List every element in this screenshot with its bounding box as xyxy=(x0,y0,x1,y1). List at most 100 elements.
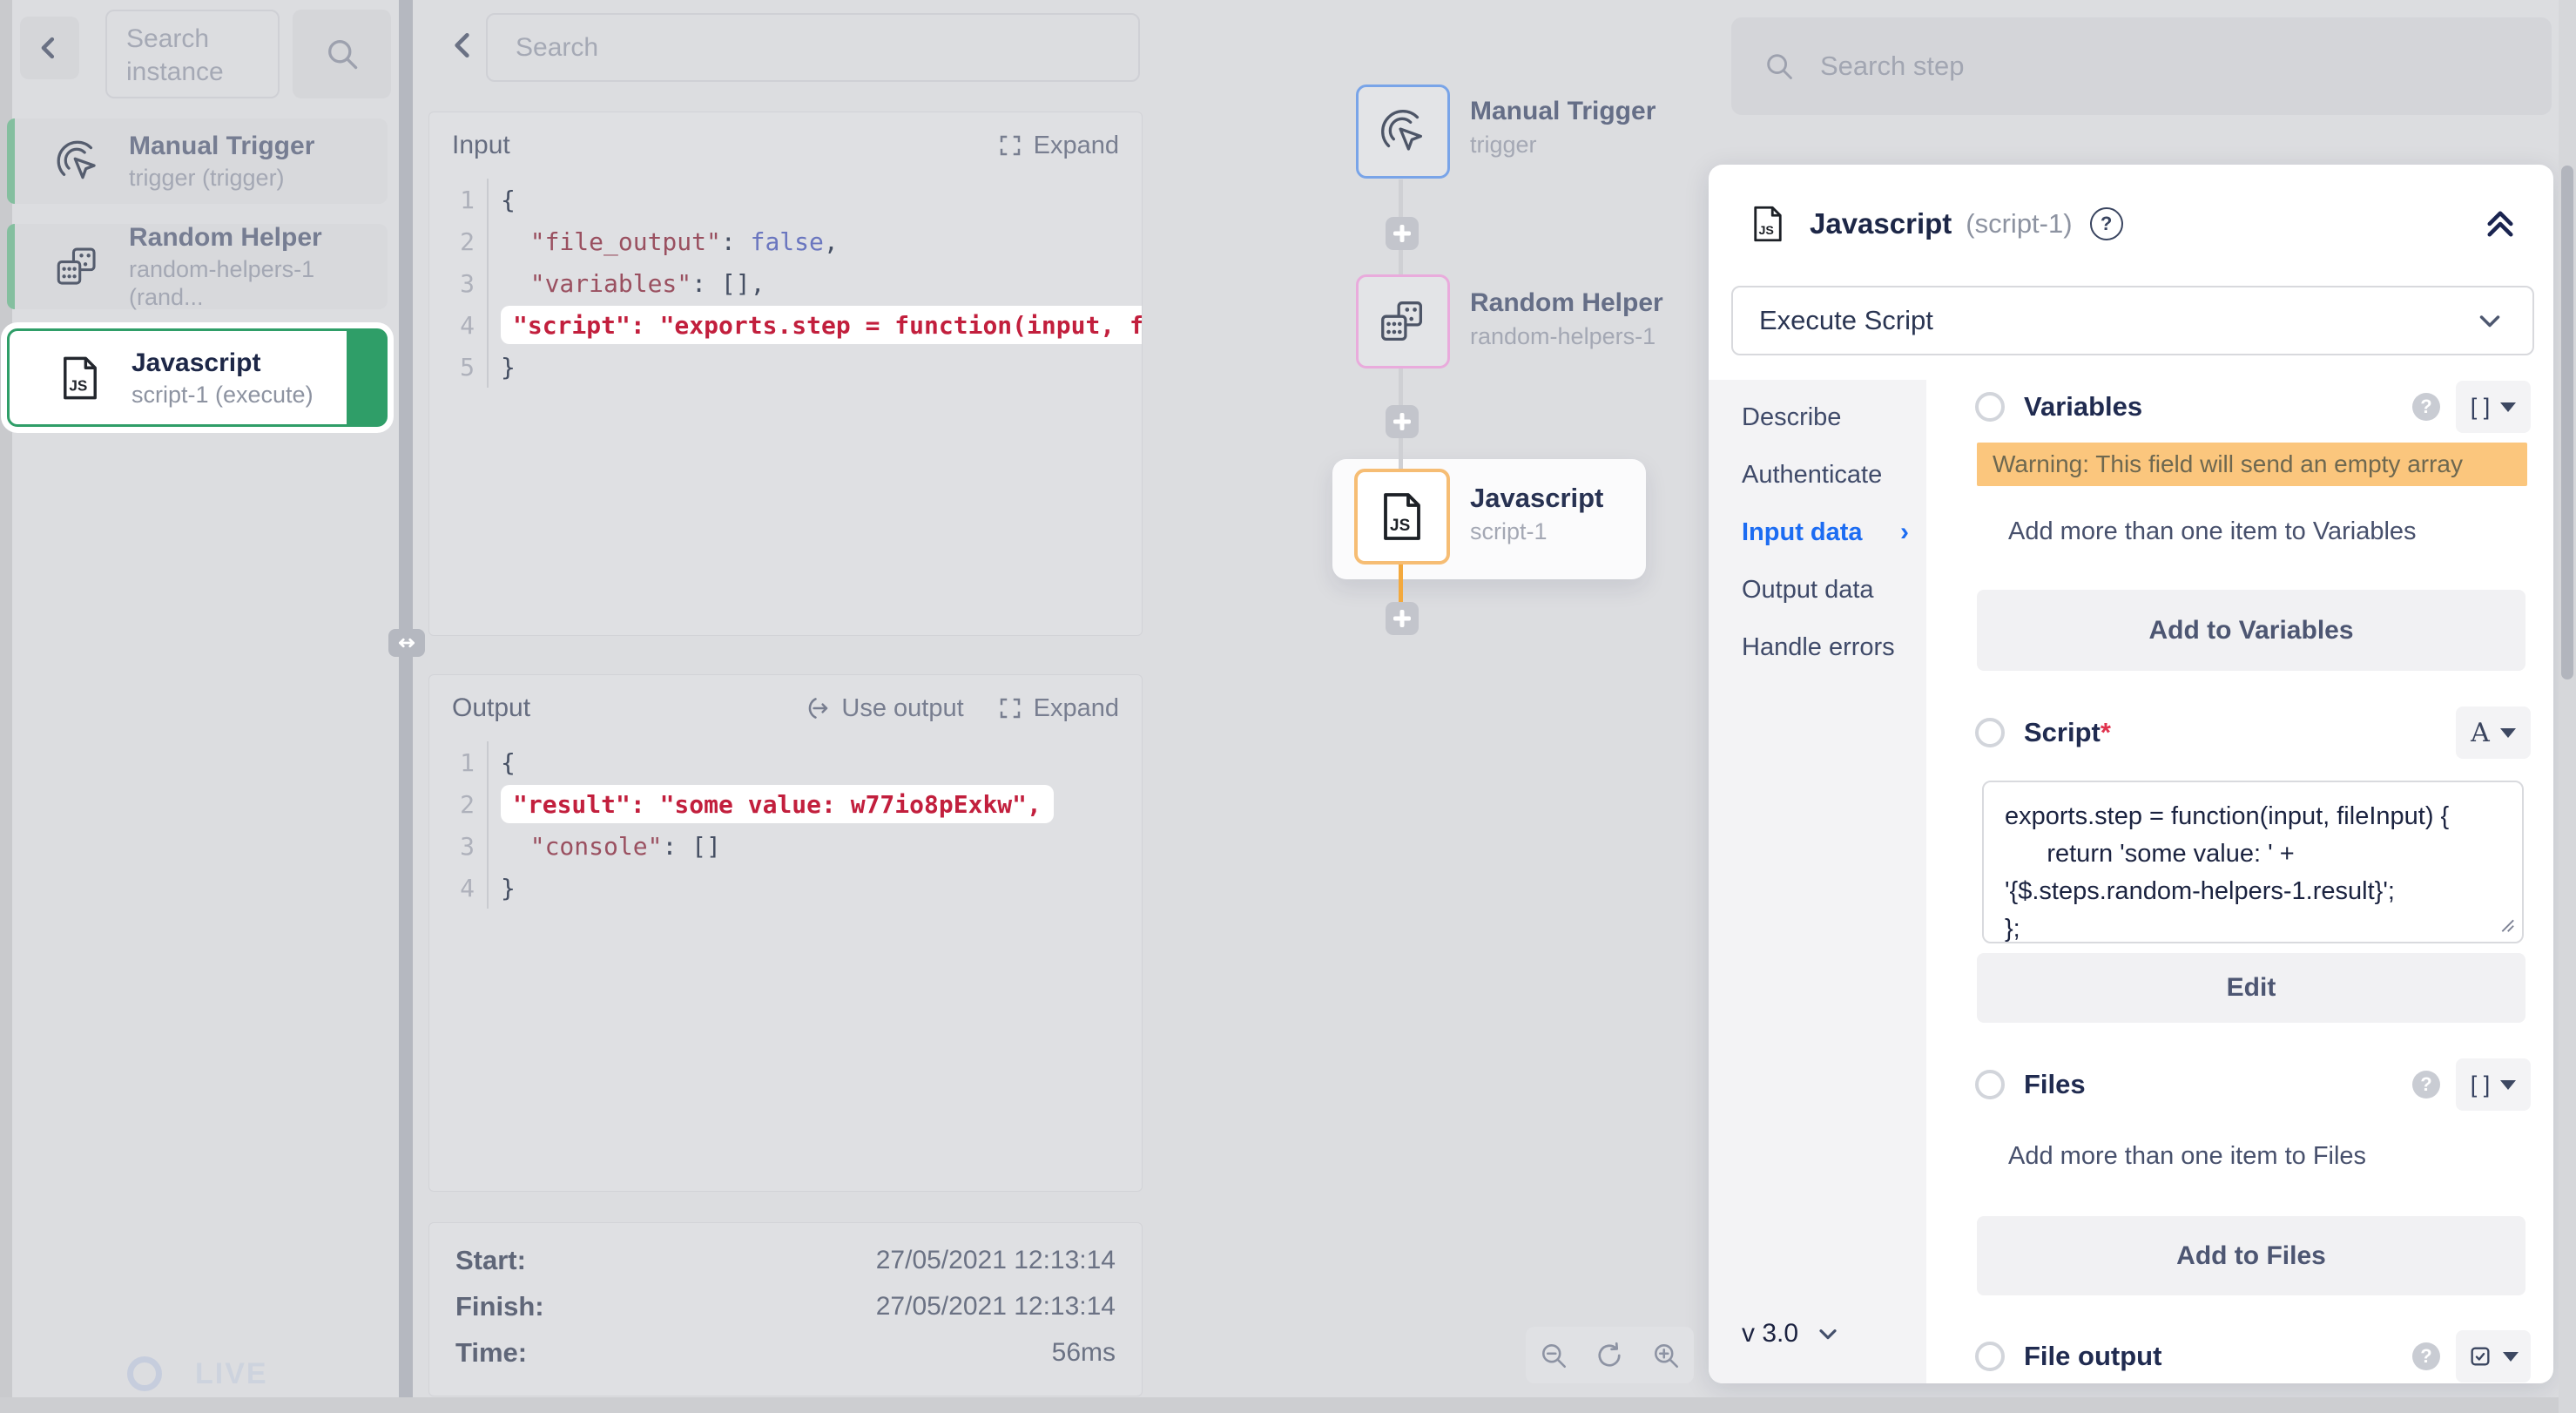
expand-icon xyxy=(997,695,1023,721)
workflow-builder-app: Search instance Manual Trigger trigger (… xyxy=(0,0,2576,1413)
svg-text:JS: JS xyxy=(1759,224,1774,238)
variables-field-row: Variables ? [ ] xyxy=(1975,380,2531,434)
node-subtitle: script-1 xyxy=(1470,520,1548,544)
output-title: Output xyxy=(452,693,530,723)
input-expand-button[interactable]: Expand xyxy=(997,132,1119,160)
script-edit-button[interactable]: Edit xyxy=(1977,953,2525,1023)
right-scrollbar-track[interactable] xyxy=(2559,0,2576,1413)
files-field-row: Files ? [ ] xyxy=(1975,1058,2531,1112)
zoom-out-button[interactable] xyxy=(1538,1340,1569,1371)
step-search-input[interactable] xyxy=(1818,50,2431,83)
input-card: Input Expand 1{2 "file_output": false,3 … xyxy=(428,112,1143,636)
code-line: 2 "file_output": false, xyxy=(429,220,1142,262)
sidebar-back-button[interactable] xyxy=(20,17,79,79)
files-label: Files xyxy=(2024,1069,2086,1100)
use-output-icon xyxy=(805,695,831,721)
version-selector[interactable]: v 3.0 xyxy=(1742,1319,1842,1349)
time-value: 56ms xyxy=(1052,1338,1116,1368)
collapse-panel-button[interactable] xyxy=(2482,206,2519,242)
sidebar-divider[interactable] xyxy=(399,0,413,1413)
canvas-node-javascript-selected[interactable]: JS xyxy=(1354,469,1450,565)
tab-label: Input data xyxy=(1742,504,1863,561)
success-accent-bar xyxy=(7,118,15,204)
svg-text:JS: JS xyxy=(69,376,87,394)
script-type-button[interactable]: A xyxy=(2456,706,2531,759)
zoom-in-button[interactable] xyxy=(1650,1340,1682,1371)
step-title: Random Helper xyxy=(129,222,388,254)
chevron-right-icon: › xyxy=(1900,504,1909,561)
code-line: 4"script": "exports.step = function(inpu… xyxy=(429,304,1142,346)
panel-field-column: Variables ? [ ] Warning: This field will… xyxy=(1926,380,2553,1383)
canvas-node-random-helper[interactable] xyxy=(1356,274,1450,368)
tab-input-data[interactable]: Input data › xyxy=(1709,504,1926,561)
canvas-node-manual-trigger[interactable] xyxy=(1356,85,1450,179)
radio-icon[interactable] xyxy=(1975,1342,2005,1371)
tab-output-data[interactable]: Output data xyxy=(1709,561,1926,619)
run-info-card: Start: 27/05/2021 12:13:14 Finish: 27/05… xyxy=(428,1222,1143,1396)
file-output-field-row: File output ? xyxy=(1975,1329,2531,1383)
step-title: Javascript xyxy=(131,348,314,379)
sidebar-step-manual-trigger[interactable]: Manual Trigger trigger (trigger) xyxy=(7,118,388,204)
finish-value: 27/05/2021 12:13:14 xyxy=(876,1292,1116,1322)
line-number: 1 xyxy=(429,748,487,777)
line-number: 4 xyxy=(429,874,487,903)
use-output-label: Use output xyxy=(841,694,963,723)
chevron-down-icon xyxy=(2473,304,2506,337)
search-instance-input[interactable]: Search instance xyxy=(105,10,280,98)
output-expand-button[interactable]: Expand xyxy=(997,694,1119,723)
help-icon[interactable]: ? xyxy=(2412,393,2440,421)
script-textarea[interactable]: exports.step = function(input, fileInput… xyxy=(1982,781,2524,943)
variables-warning-banner: Warning: This field will send an empty a… xyxy=(1977,443,2527,486)
panel-tab-column: DescribeAuthenticateInput data ›Output da… xyxy=(1709,380,1926,1383)
help-icon[interactable]: ? xyxy=(2090,207,2123,240)
variables-helper-text: Add more than one item to Variables xyxy=(2008,517,2417,546)
operation-select[interactable]: Execute Script xyxy=(1731,286,2534,355)
expand-label: Expand xyxy=(1034,132,1119,160)
add-to-variables-button[interactable]: Add to Variables xyxy=(1977,590,2525,671)
tab-label: Authenticate xyxy=(1742,446,1882,504)
node-subtitle: trigger xyxy=(1470,133,1537,157)
debug-panel: Input Expand 1{2 "file_output": false,3 … xyxy=(413,0,1171,1413)
add-step-button[interactable] xyxy=(1386,405,1419,438)
tab-handle-errors[interactable]: Handle errors xyxy=(1709,619,1926,676)
highlighted-code: "result": "some value: w77io8pExkw", xyxy=(501,785,1054,823)
tab-describe[interactable]: Describe xyxy=(1709,389,1926,446)
right-scrollbar-thumb[interactable] xyxy=(2561,166,2573,679)
files-type-button[interactable]: [ ] xyxy=(2456,1058,2531,1111)
radio-icon[interactable] xyxy=(1975,718,2005,747)
file-output-type-button[interactable] xyxy=(2456,1330,2531,1383)
node-title: Javascript xyxy=(1470,484,1603,511)
tab-authenticate[interactable]: Authenticate xyxy=(1709,446,1926,504)
search-instance-button[interactable] xyxy=(293,10,391,98)
code-line: 1{ xyxy=(429,179,1142,220)
radio-icon[interactable] xyxy=(1975,392,2005,422)
variables-type-button[interactable]: [ ] xyxy=(2456,381,2531,433)
panel-step-id: (script-1) xyxy=(1966,208,2072,240)
sidebar-step-random-helper[interactable]: Random Helper random-helpers-1 (rand... xyxy=(7,224,388,309)
step-title: Manual Trigger xyxy=(129,131,314,162)
add-to-files-button[interactable]: Add to Files xyxy=(1977,1216,2525,1295)
radio-icon[interactable] xyxy=(1975,1070,2005,1099)
tab-label: Describe xyxy=(1742,389,1841,446)
js-file-icon: JS xyxy=(1747,203,1789,245)
dice-icon xyxy=(1376,294,1430,348)
help-icon[interactable]: ? xyxy=(2412,1342,2440,1370)
step-properties-panel: JS Javascript (script-1) ? Execute Scrip… xyxy=(1709,165,2553,1383)
help-icon[interactable]: ? xyxy=(2412,1071,2440,1099)
line-number: 5 xyxy=(429,353,487,382)
debug-back-button[interactable] xyxy=(447,28,482,63)
variables-label: Variables xyxy=(2024,391,2142,423)
code-line: 4} xyxy=(429,867,1142,909)
use-output-button[interactable]: Use output xyxy=(805,694,963,723)
input-json-viewer[interactable]: 1{2 "file_output": false,3 "variables": … xyxy=(429,179,1142,395)
selected-accent-block xyxy=(347,330,386,425)
debug-search-input[interactable] xyxy=(486,13,1140,82)
sidebar-step-javascript-selected[interactable]: JS Javascript script-1 (execute) xyxy=(7,328,388,427)
add-step-button[interactable] xyxy=(1386,602,1419,635)
refresh-button[interactable] xyxy=(1594,1340,1625,1371)
code-line: 5} xyxy=(429,346,1142,388)
output-json-viewer[interactable]: 1{2"result": "some value: w77io8pExkw",3… xyxy=(429,741,1142,916)
caret-down-icon xyxy=(2500,728,2516,738)
add-step-button[interactable] xyxy=(1386,217,1419,250)
bottom-scrollbar-track[interactable] xyxy=(0,1397,2576,1413)
